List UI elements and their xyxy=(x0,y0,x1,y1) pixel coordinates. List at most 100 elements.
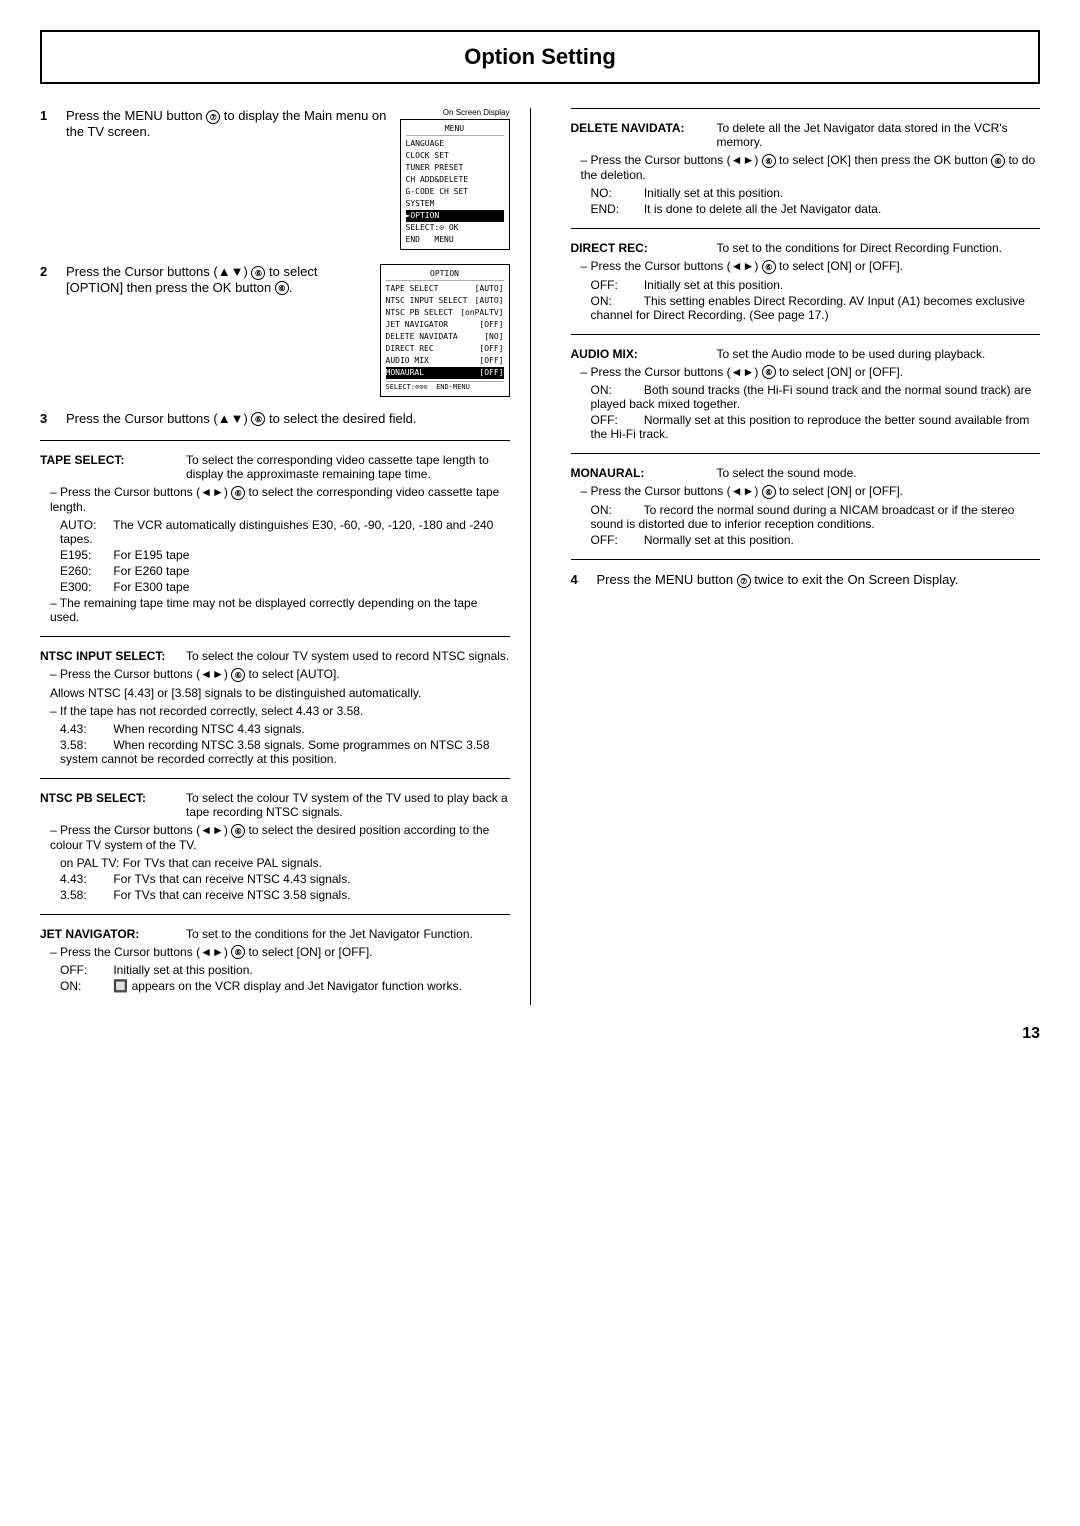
menu-icon-1: ⑦ xyxy=(206,110,220,124)
tape-icon-1: ⑥ xyxy=(231,486,245,500)
ntsc-pb-header: NTSC PB SELECT: To select the colour TV … xyxy=(40,791,510,819)
step-1-content: Press the MENU button ⑦ to display the M… xyxy=(66,108,510,250)
step-3: 3 Press the Cursor buttons (▲▼) ⑥ to sel… xyxy=(40,411,510,427)
delete-nav-ok-icon: ⑥ xyxy=(991,154,1005,168)
opt-audio: AUDIO MIX[OFF] xyxy=(386,355,504,367)
delete-nav-header: DELETE NAVIDATA: To delete all the Jet N… xyxy=(571,121,1041,149)
ntsc-443: 4.43: When recording NTSC 4.43 signals. xyxy=(40,722,510,736)
menu-row-select: SELECT:⊙ OK xyxy=(406,222,504,234)
step-1: 1 Press the MENU button ⑦ to display the… xyxy=(40,108,510,250)
ntsc-pb-bullet-1: – Press the Cursor buttons (◄►) ⑥ to sel… xyxy=(40,823,510,852)
direct-rec-icon: ⑥ xyxy=(762,260,776,274)
section-tape-select: TAPE SELECT: To select the corresponding… xyxy=(40,453,510,624)
opt-jet: JET NAVIGATOR[OFF] xyxy=(386,319,504,331)
step-3-content: Press the Cursor buttons (▲▼) ⑥ to selec… xyxy=(66,411,510,427)
ntsc-input-bullet-2: Allows NTSC [4.43] or [3.58] signals to … xyxy=(40,686,510,700)
ntsc-pb-358: 3.58: For TVs that can receive NTSC 3.58… xyxy=(40,888,510,902)
section-monaural: MONAURAL: To select the sound mode. – Pr… xyxy=(571,466,1041,547)
monaural-off: OFF: Normally set at this position. xyxy=(571,533,1041,547)
jet-nav-desc: To set to the conditions for the Jet Nav… xyxy=(186,927,510,941)
monaural-desc: To select the sound mode. xyxy=(717,466,1041,480)
section-ntsc-pb: NTSC PB SELECT: To select the colour TV … xyxy=(40,791,510,902)
opt-ntsc-pb: NTSC PB SELECT[onPALTV] xyxy=(386,307,504,319)
step-4: 4 Press the MENU button ⑦ twice to exit … xyxy=(571,572,1041,588)
option-title: OPTION xyxy=(386,268,504,281)
opt-ntsc-in: NTSC INPUT SELECT[AUTO] xyxy=(386,295,504,307)
section-jet-nav: JET NAVIGATOR: To set to the conditions … xyxy=(40,927,510,994)
tape-auto: AUTO: The VCR automatically distinguishe… xyxy=(40,518,510,546)
divider-ntsc-pb xyxy=(40,778,510,779)
direct-rec-label: DIRECT REC: xyxy=(571,241,701,255)
section-direct-rec: DIRECT REC: To set to the conditions for… xyxy=(571,241,1041,322)
direct-rec-off: OFF: Initially set at this position. xyxy=(571,278,1041,292)
tape-note: – The remaining tape time may not be dis… xyxy=(40,596,510,624)
menu-screen: MENU LANGUAGE CLOCK SET TUNER PRESET CH … xyxy=(400,119,510,250)
section-ntsc-input: NTSC INPUT SELECT: To select the colour … xyxy=(40,649,510,766)
ntsc-pb-icon: ⑥ xyxy=(231,824,245,838)
right-top-divider xyxy=(571,108,1041,109)
ntsc-pb-443: 4.43: For TVs that can receive NTSC 4.43… xyxy=(40,872,510,886)
menu-row-system: SYSTEM xyxy=(406,198,504,210)
divider-step4 xyxy=(571,559,1041,560)
direct-rec-bullet-1: – Press the Cursor buttons (◄►) ⑥ to sel… xyxy=(571,259,1041,274)
jet-nav-off: OFF: Initially set at this position. xyxy=(40,963,510,977)
step-1-screen: On Screen Display MENU LANGUAGE CLOCK SE… xyxy=(400,108,510,250)
audio-mix-on: ON: Both sound tracks (the Hi-Fi sound t… xyxy=(571,383,1041,411)
delete-nav-end: END: It is done to delete all the Jet Na… xyxy=(571,202,1041,216)
tape-select-header: TAPE SELECT: To select the corresponding… xyxy=(40,453,510,481)
direct-rec-desc: To set to the conditions for Direct Reco… xyxy=(717,241,1041,255)
page-title: Option Setting xyxy=(40,30,1040,84)
jet-nav-label: JET NAVIGATOR: xyxy=(40,927,170,941)
menu-icon-4: ⑦ xyxy=(737,574,751,588)
opt-monaural: MONAURAL[OFF] xyxy=(386,367,504,379)
option-screen: OPTION TAPE SELECT[AUTO] NTSC INPUT SELE… xyxy=(380,264,510,397)
step-2-screen: OPTION TAPE SELECT[AUTO] NTSC INPUT SELE… xyxy=(380,264,510,397)
monaural-on: ON: To record the normal sound during a … xyxy=(571,503,1041,531)
divider-direct-rec xyxy=(571,228,1041,229)
step-2-num: 2 xyxy=(40,264,56,397)
ntsc-input-bullet-1: – Press the Cursor buttons (◄►) ⑥ to sel… xyxy=(40,667,510,682)
opt-delete: DELETE NAVIDATA[NO] xyxy=(386,331,504,343)
menu-row-ch: CH ADD&DELETE xyxy=(406,174,504,186)
page-number: 13 xyxy=(40,1025,1040,1043)
opt-tape: TAPE SELECT[AUTO] xyxy=(386,283,504,295)
ntsc-pb-label: NTSC PB SELECT: xyxy=(40,791,170,819)
ntsc-input-bullet-3: – If the tape has not recorded correctly… xyxy=(40,704,510,718)
ntsc-input-desc: To select the colour TV system used to r… xyxy=(186,649,510,663)
audio-mix-bullet-1: – Press the Cursor buttons (◄►) ⑥ to sel… xyxy=(571,365,1041,380)
tape-select-desc: To select the corresponding video casset… xyxy=(186,453,510,481)
delete-nav-icon: ⑥ xyxy=(762,154,776,168)
divider-jet-nav xyxy=(40,914,510,915)
step-3-num: 3 xyxy=(40,411,56,427)
direct-rec-on: ON: This setting enables Direct Recordin… xyxy=(571,294,1041,322)
ntsc-pb-desc: To select the colour TV system of the TV… xyxy=(186,791,510,819)
left-column: 1 Press the MENU button ⑦ to display the… xyxy=(40,108,531,1005)
right-column: DELETE NAVIDATA: To delete all the Jet N… xyxy=(561,108,1041,1005)
jet-nav-bullet-1: – Press the Cursor buttons (◄►) ⑥ to sel… xyxy=(40,945,510,960)
step-1-num: 1 xyxy=(40,108,56,250)
opt-footer: SELECT:⊙⊙⊙ END·MENU xyxy=(386,381,504,393)
menu-row-language: LANGUAGE xyxy=(406,138,504,150)
menu-title: MENU xyxy=(406,123,504,136)
cursor-icon-2: ⑥ xyxy=(251,266,265,280)
delete-nav-no: NO: Initially set at this position. xyxy=(571,186,1041,200)
ntsc-358: 3.58: When recording NTSC 3.58 signals. … xyxy=(40,738,510,766)
menu-row-gcode: G-CODE CH SET xyxy=(406,186,504,198)
divider-monaural xyxy=(571,453,1041,454)
monaural-header: MONAURAL: To select the sound mode. xyxy=(571,466,1041,480)
step-2-text: Press the Cursor buttons (▲▼) ⑥ to selec… xyxy=(66,264,370,295)
ntsc-input-icon: ⑥ xyxy=(231,668,245,682)
cursor-icon-3: ⑥ xyxy=(251,412,265,426)
delete-nav-bullet-1: – Press the Cursor buttons (◄►) ⑥ to sel… xyxy=(571,153,1041,182)
divider-after-steps xyxy=(40,440,510,441)
audio-mix-desc: To set the Audio mode to be used during … xyxy=(717,347,1041,361)
divider-audio-mix xyxy=(571,334,1041,335)
menu-row-option: ►OPTION xyxy=(406,210,504,222)
section-delete-nav: DELETE NAVIDATA: To delete all the Jet N… xyxy=(571,121,1041,216)
section-audio-mix: AUDIO MIX: To set the Audio mode to be u… xyxy=(571,347,1041,442)
audio-mix-header: AUDIO MIX: To set the Audio mode to be u… xyxy=(571,347,1041,361)
monaural-bullet-1: – Press the Cursor buttons (◄►) ⑥ to sel… xyxy=(571,484,1041,499)
delete-nav-desc: To delete all the Jet Navigator data sto… xyxy=(717,121,1041,149)
jet-nav-on: ON: 🔲 appears on the VCR display and Jet… xyxy=(40,979,510,993)
ntsc-input-header: NTSC INPUT SELECT: To select the colour … xyxy=(40,649,510,663)
